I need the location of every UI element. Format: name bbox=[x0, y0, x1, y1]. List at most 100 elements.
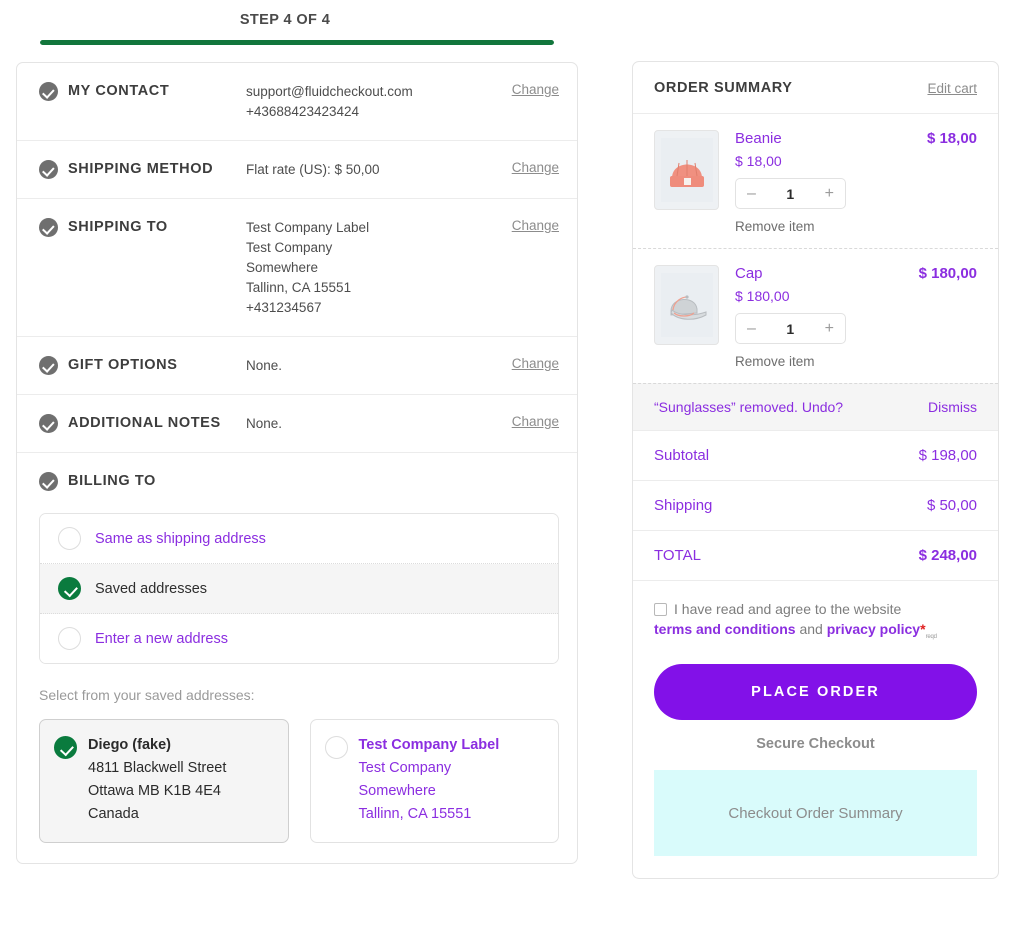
quantity-increase-button[interactable]: + bbox=[825, 321, 834, 337]
contact-phone: +43688423423424 bbox=[246, 102, 504, 122]
edit-cart-link[interactable]: Edit cart bbox=[927, 81, 977, 96]
shipping-total-label: Shipping bbox=[654, 497, 712, 514]
cap-thumbnail[interactable] bbox=[654, 265, 719, 345]
saved-addresses-grid: Diego (fake) 4811 Blackwell Street Ottaw… bbox=[39, 719, 559, 843]
order-summary-title: ORDER SUMMARY bbox=[654, 80, 793, 96]
check-circle-icon bbox=[39, 414, 58, 433]
address-line: Tallinn, CA 15551 bbox=[359, 803, 500, 826]
checkout-order-summary-label: Checkout Order Summary bbox=[728, 805, 902, 822]
saved-address-card[interactable]: Test Company Label Test Company Somewher… bbox=[310, 719, 560, 843]
remove-item-link[interactable]: Remove item bbox=[735, 219, 977, 234]
quantity-value[interactable]: 1 bbox=[786, 321, 794, 337]
billing-option-saved-addresses[interactable]: Saved addresses bbox=[40, 564, 558, 614]
quantity-decrease-button[interactable]: – bbox=[747, 186, 756, 202]
section-gift-options[interactable]: GIFT OPTIONS None. Change bbox=[17, 337, 577, 395]
section-title: MY CONTACT bbox=[68, 81, 238, 101]
dismiss-notice-link[interactable]: Dismiss bbox=[928, 399, 977, 415]
shipping-address-line: Somewhere bbox=[246, 258, 504, 278]
radio-icon[interactable] bbox=[58, 627, 81, 650]
section-title: ADDITIONAL NOTES bbox=[68, 413, 238, 433]
shipping-address-line: Tallinn, CA 15551 bbox=[246, 278, 504, 298]
section-title: SHIPPING METHOD bbox=[68, 159, 238, 179]
cart-item-body: Beanie $ 18,00 $ 18,00 – 1 + Remove item bbox=[719, 130, 977, 234]
saved-address-lines: Test Company Label Test Company Somewher… bbox=[359, 734, 500, 826]
cart-item: Beanie $ 18,00 $ 18,00 – 1 + Remove item bbox=[633, 114, 998, 249]
cart-item-name[interactable]: Cap bbox=[735, 265, 763, 282]
grand-total-row: TOTAL $ 248,00 bbox=[633, 531, 998, 581]
section-my-contact[interactable]: MY CONTACT support@fluidcheckout.com +43… bbox=[17, 63, 577, 141]
address-line: Somewhere bbox=[359, 780, 500, 803]
section-value: Test Company Label Test Company Somewher… bbox=[238, 217, 504, 318]
remove-item-link[interactable]: Remove item bbox=[735, 354, 977, 369]
check-circle-icon bbox=[39, 82, 58, 101]
check-circle-icon bbox=[39, 160, 58, 179]
quantity-stepper[interactable]: – 1 + bbox=[735, 178, 846, 209]
grand-total-label: TOTAL bbox=[654, 547, 701, 564]
section-shipping-to[interactable]: SHIPPING TO Test Company Label Test Comp… bbox=[17, 199, 577, 337]
change-link-gift-options[interactable]: Change bbox=[512, 355, 559, 371]
progress-fill bbox=[40, 40, 554, 45]
cart-item-line-total: $ 18,00 bbox=[927, 130, 977, 147]
contact-email: support@fluidcheckout.com bbox=[246, 82, 504, 102]
section-value: Flat rate (US): $ 50,00 bbox=[238, 159, 504, 180]
saved-address-card[interactable]: Diego (fake) 4811 Blackwell Street Ottaw… bbox=[39, 719, 289, 843]
billing-header: BILLING TO bbox=[39, 471, 559, 491]
address-line: Canada bbox=[88, 803, 226, 826]
check-circle-icon bbox=[39, 472, 58, 491]
undo-remove-link[interactable]: “Sunglasses” removed. Undo? bbox=[654, 399, 843, 415]
shipping-address-phone: +431234567 bbox=[246, 298, 504, 318]
billing-option-label: Same as shipping address bbox=[95, 531, 266, 547]
billing-address-options: Same as shipping address Saved addresses… bbox=[39, 513, 559, 664]
section-title: BILLING TO bbox=[68, 471, 156, 491]
address-line: Test Company bbox=[359, 757, 500, 780]
checkout-progress: STEP 4 OF 4 bbox=[16, 0, 578, 45]
shipping-total-value: $ 50,00 bbox=[927, 497, 977, 514]
cart-item: Cap $ 180,00 $ 180,00 – 1 + Remove item bbox=[633, 249, 998, 383]
change-link-shipping-method[interactable]: Change bbox=[512, 159, 559, 175]
gift-options-value: None. bbox=[246, 356, 504, 376]
billing-option-new-address[interactable]: Enter a new address bbox=[40, 614, 558, 663]
progress-track bbox=[40, 40, 554, 45]
address-name: Diego (fake) bbox=[88, 734, 226, 757]
quantity-increase-button[interactable]: + bbox=[825, 186, 834, 202]
subtotal-label: Subtotal bbox=[654, 447, 709, 464]
section-shipping-method[interactable]: SHIPPING METHOD Flat rate (US): $ 50,00 … bbox=[17, 141, 577, 199]
change-link-additional-notes[interactable]: Change bbox=[512, 413, 559, 429]
cart-item-unit-price: $ 18,00 bbox=[735, 153, 977, 169]
quantity-decrease-button[interactable]: – bbox=[747, 321, 756, 337]
address-line: 4811 Blackwell Street bbox=[88, 757, 226, 780]
check-circle-icon bbox=[39, 356, 58, 375]
section-title: GIFT OPTIONS bbox=[68, 355, 238, 375]
quantity-stepper[interactable]: – 1 + bbox=[735, 313, 846, 344]
order-summary-panel: ORDER SUMMARY Edit cart Beanie $ bbox=[632, 61, 999, 879]
section-additional-notes[interactable]: ADDITIONAL NOTES None. Change bbox=[17, 395, 577, 453]
cart-item-header: Cap $ 180,00 bbox=[735, 265, 977, 282]
beanie-thumbnail[interactable] bbox=[654, 130, 719, 210]
radio-icon[interactable] bbox=[325, 736, 348, 759]
section-value: None. bbox=[238, 413, 504, 434]
shipping-method-value: Flat rate (US): $ 50,00 bbox=[246, 160, 504, 180]
quantity-value[interactable]: 1 bbox=[786, 186, 794, 202]
terms-checkbox[interactable] bbox=[654, 603, 667, 616]
checkout-page: STEP 4 OF 4 MY CONTACT support@fluidchec… bbox=[0, 0, 1024, 934]
change-link-my-contact[interactable]: Change bbox=[512, 81, 559, 97]
radio-icon[interactable] bbox=[58, 527, 81, 550]
place-order-button[interactable]: PLACE ORDER bbox=[654, 664, 977, 720]
privacy-policy-link[interactable]: privacy policy bbox=[827, 621, 920, 637]
cart-item-header: Beanie $ 18,00 bbox=[735, 130, 977, 147]
shipping-address-line: Test Company Label bbox=[246, 218, 504, 238]
radio-checked-icon[interactable] bbox=[54, 736, 77, 759]
radio-checked-icon[interactable] bbox=[58, 577, 81, 600]
subtotal-value: $ 198,00 bbox=[919, 447, 977, 464]
secure-checkout-label: Secure Checkout bbox=[633, 736, 998, 752]
billing-option-same-as-shipping[interactable]: Same as shipping address bbox=[40, 514, 558, 564]
cart-item-body: Cap $ 180,00 $ 180,00 – 1 + Remove item bbox=[719, 265, 977, 369]
terms-conjunction: and bbox=[796, 621, 827, 637]
address-line: Ottawa MB K1B 4E4 bbox=[88, 780, 226, 803]
beanie-icon bbox=[661, 138, 713, 202]
terms-and-conditions-link[interactable]: terms and conditions bbox=[654, 621, 796, 637]
saved-addresses-hint: Select from your saved addresses: bbox=[39, 687, 559, 703]
section-title: SHIPPING TO bbox=[68, 217, 238, 237]
change-link-shipping-to[interactable]: Change bbox=[512, 217, 559, 233]
cart-item-name[interactable]: Beanie bbox=[735, 130, 782, 147]
